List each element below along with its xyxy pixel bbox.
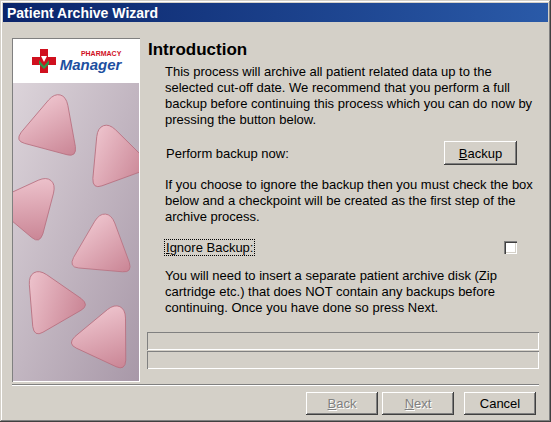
logo-text: PHARMACYManager — [60, 50, 122, 72]
progress-bar — [147, 332, 539, 350]
pills-photo — [13, 83, 139, 381]
paragraph: If you choose to ignore the backup then … — [147, 177, 539, 225]
paragraph: You will need to insert a separate patie… — [147, 268, 539, 316]
progress-bar — [147, 351, 539, 369]
checkbox[interactable] — [504, 241, 517, 254]
action-row: Perform backup now: Backup — [147, 141, 539, 165]
wizard-window: Patient Archive Wizard PHARMACYManager Int… — [0, 0, 551, 422]
button-row: BackNext Cancel — [12, 386, 539, 415]
pharmacy-cross-icon — [31, 48, 57, 74]
image-panel: PHARMACYManager — [12, 38, 140, 382]
paragraph: This process will archive all patient re… — [147, 64, 539, 128]
next-button[interactable]: Next — [382, 392, 454, 415]
main-row: PHARMACYManager Introduction This process … — [12, 38, 539, 382]
action-label: Perform backup now: — [165, 146, 290, 161]
logo: PHARMACYManager — [13, 39, 139, 83]
progress-bars — [147, 332, 539, 369]
wizard-body: PHARMACYManager Introduction This process … — [3, 22, 548, 419]
checkbox-label[interactable]: Ignore Backup: — [165, 240, 254, 255]
back-button[interactable]: Back — [306, 392, 378, 415]
backup-button[interactable]: Backup — [444, 141, 517, 165]
window-title: Patient Archive Wizard — [7, 5, 158, 21]
logo-small-text: PHARMACY — [81, 50, 121, 57]
logo-large-text: Manager — [60, 57, 122, 72]
page-heading: Introduction — [148, 40, 539, 60]
checkbox-row[interactable]: Ignore Backup: — [147, 238, 539, 256]
page-content: Introduction This process will archive al… — [147, 38, 539, 382]
separator — [12, 384, 539, 386]
title-bar: Patient Archive Wizard — [3, 3, 548, 22]
cancel-button[interactable]: Cancel — [464, 392, 536, 415]
